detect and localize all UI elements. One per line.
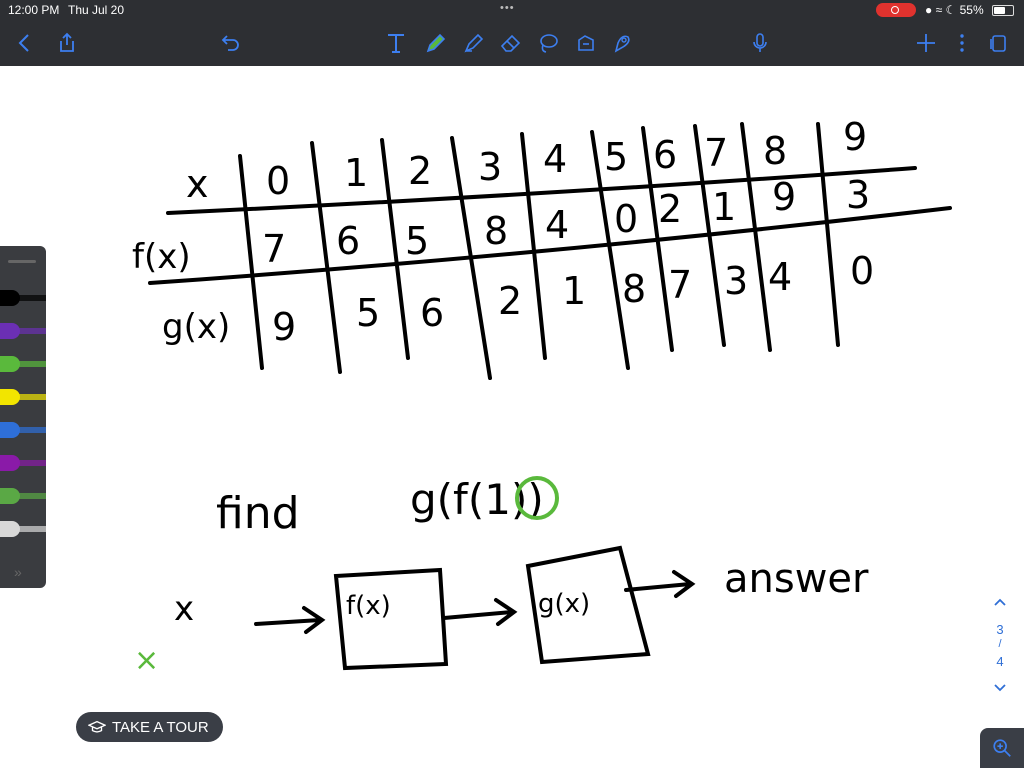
yellow-highlighter-icon[interactable]	[0, 383, 46, 411]
add-icon[interactable]	[911, 28, 941, 58]
pen-body	[18, 361, 46, 367]
undo-icon[interactable]	[216, 28, 246, 58]
status-bar: 12:00 PM Thu Jul 20 ••• ● ≈ ☾ 55%	[0, 0, 1024, 20]
zoom-in-icon	[993, 739, 1011, 757]
take-a-tour-button[interactable]: TAKE A TOUR	[76, 712, 223, 742]
pen-tip	[0, 356, 20, 372]
pen-tip	[0, 323, 20, 339]
battery-icon	[992, 5, 1014, 16]
green-highlighter-icon[interactable]	[0, 482, 46, 510]
pages-icon[interactable]	[983, 28, 1013, 58]
blue-highlighter-icon[interactable]	[0, 416, 46, 444]
highlighter-icon[interactable]	[459, 28, 489, 58]
toolbar	[0, 20, 1024, 66]
text-tool-icon[interactable]	[381, 28, 411, 58]
pen-body	[18, 394, 46, 400]
pen-body	[18, 526, 46, 532]
laser-pointer-icon[interactable]	[607, 28, 637, 58]
battery-percent: 55%	[959, 3, 984, 17]
share-icon[interactable]	[52, 28, 82, 58]
note-canvas[interactable]	[0, 66, 1024, 768]
more-icon[interactable]	[947, 28, 977, 58]
pen-body	[18, 295, 46, 301]
status-date: Thu Jul 20	[68, 3, 125, 17]
status-time: 12:00 PM	[8, 3, 60, 17]
page-up-icon[interactable]	[992, 594, 1008, 610]
lasso-icon[interactable]	[533, 28, 563, 58]
green-pen-icon[interactable]	[0, 350, 46, 378]
eraser-icon[interactable]	[496, 28, 526, 58]
pen-body	[18, 427, 46, 433]
pen-tip	[0, 488, 20, 504]
pen-tip	[0, 290, 20, 306]
page-down-icon[interactable]	[992, 680, 1008, 696]
white-highlighter-icon[interactable]	[0, 515, 46, 543]
pen-tool-icon[interactable]	[421, 28, 451, 58]
palette-collapse-icon[interactable]: »	[14, 564, 22, 580]
pen-body	[18, 328, 46, 334]
black-pen-icon[interactable]	[0, 284, 46, 312]
pen-tip	[0, 422, 20, 438]
status-system-icons: ● ≈ ☾ 55%	[925, 3, 984, 17]
pen-tip	[0, 455, 20, 471]
pen-tip	[0, 389, 20, 405]
back-chevron-icon[interactable]	[10, 28, 40, 58]
page-indicator: 3 / 4	[986, 594, 1014, 698]
take-a-tour-label: TAKE A TOUR	[112, 718, 209, 736]
multitasking-dots[interactable]: •••	[500, 2, 515, 14]
graduation-cap-icon	[88, 720, 106, 733]
microphone-icon[interactable]	[745, 28, 775, 58]
pen-palette: »	[0, 246, 46, 588]
pen-tip	[0, 521, 20, 537]
pen-body	[18, 493, 46, 499]
violet-highlighter-icon[interactable]	[0, 449, 46, 477]
pen-body	[18, 460, 46, 466]
page-current: 3	[996, 622, 1004, 637]
zoom-button[interactable]	[980, 728, 1024, 768]
page-separator: /	[998, 638, 1002, 650]
screen-record-indicator[interactable]	[876, 3, 916, 17]
purple-pen-icon[interactable]	[0, 317, 46, 345]
palette-handle[interactable]	[8, 260, 36, 263]
page-total: 4	[996, 654, 1004, 669]
shapes-icon[interactable]	[571, 28, 601, 58]
